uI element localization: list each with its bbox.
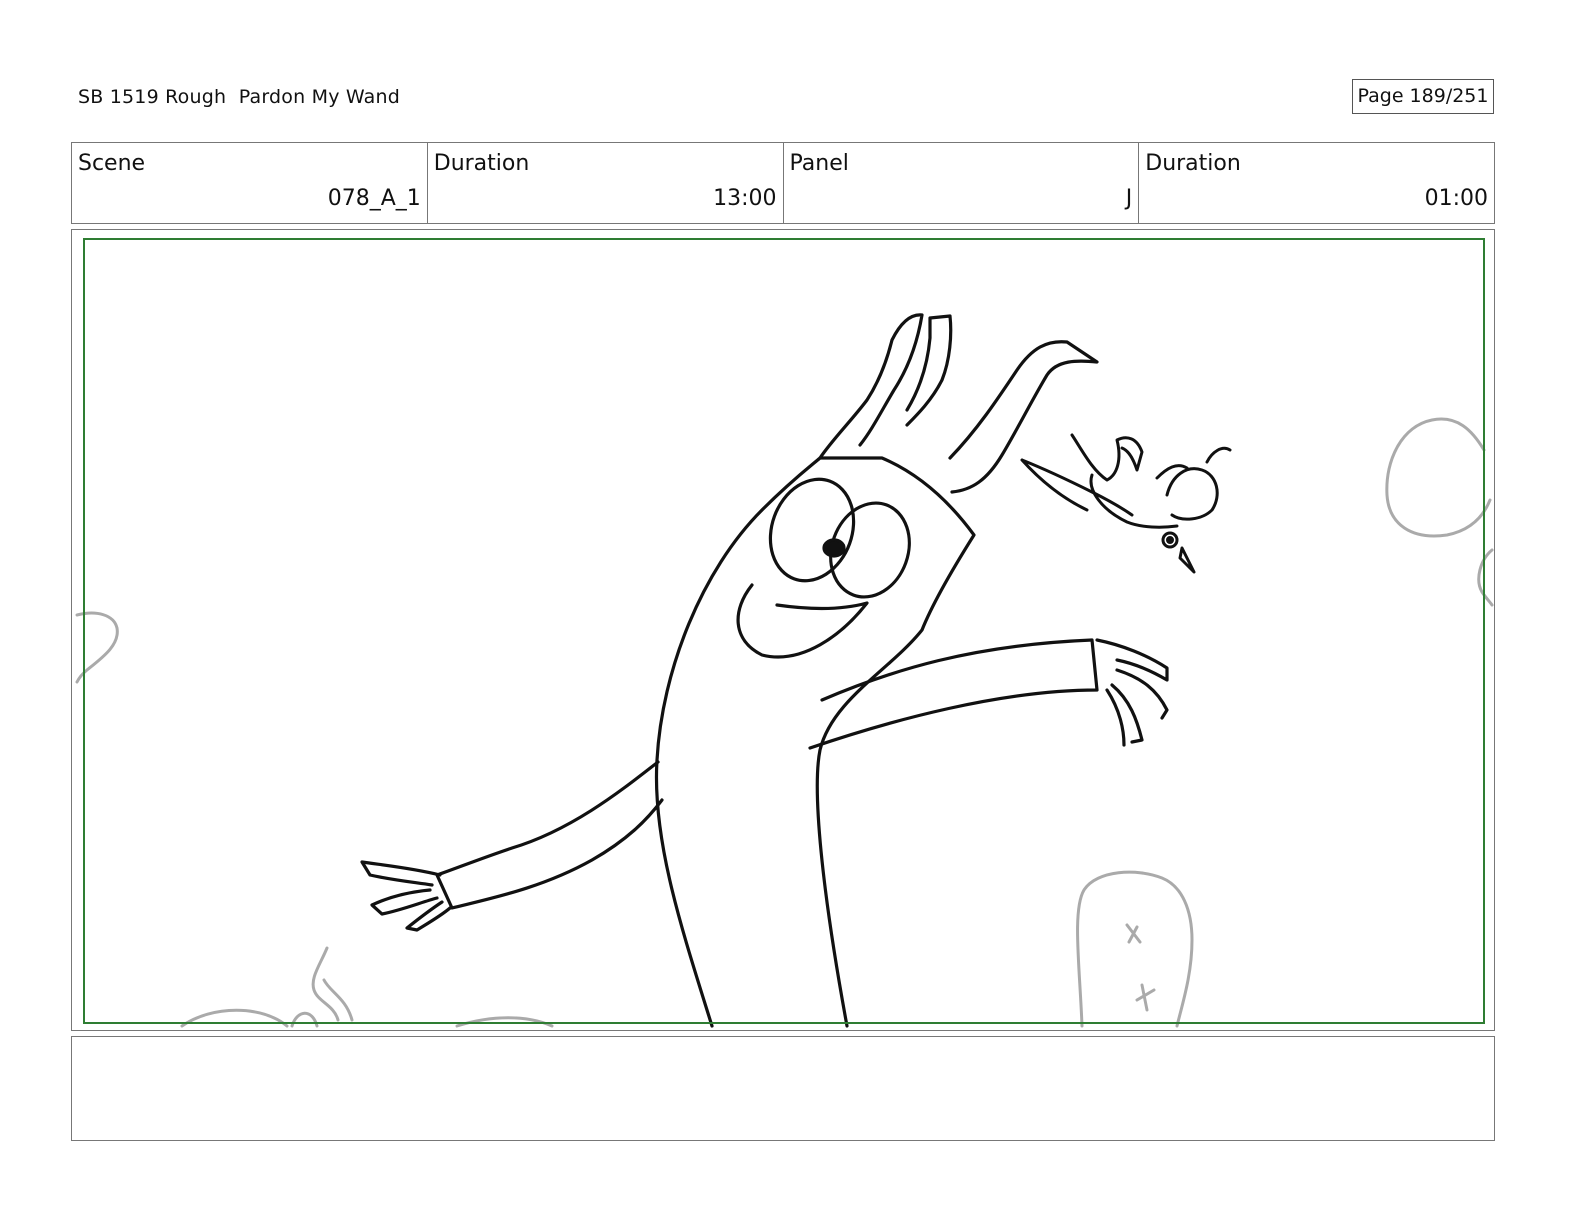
scene-duration-label: Duration: [433, 151, 530, 176]
panel-value: J: [1125, 186, 1133, 211]
scene-duration-cell: Duration 13:00: [428, 143, 784, 223]
panel-duration-label: Duration: [1145, 151, 1241, 176]
panel-duration-cell: Duration 01:00: [1139, 143, 1494, 223]
document-title: SB 1519 Rough Pardon My Wand: [78, 86, 401, 108]
panel-label: Panel: [789, 151, 849, 176]
panel-info-table: Scene 078_A_1 Duration 13:00 Panel J Dur…: [71, 142, 1495, 224]
scene-value: 078_A_1: [327, 186, 421, 211]
scene-cell: Scene 078_A_1: [72, 143, 428, 223]
panel-cell: Panel J: [784, 143, 1140, 223]
scene-label: Scene: [78, 151, 146, 176]
panel-notes-box: [71, 1036, 1495, 1141]
page-number: Page 189/251: [1352, 79, 1494, 114]
panel-duration-value: 01:00: [1424, 186, 1488, 211]
safe-area-frame: [83, 238, 1485, 1024]
storyboard-panel: [71, 229, 1495, 1031]
scene-duration-value: 13:00: [713, 186, 777, 211]
